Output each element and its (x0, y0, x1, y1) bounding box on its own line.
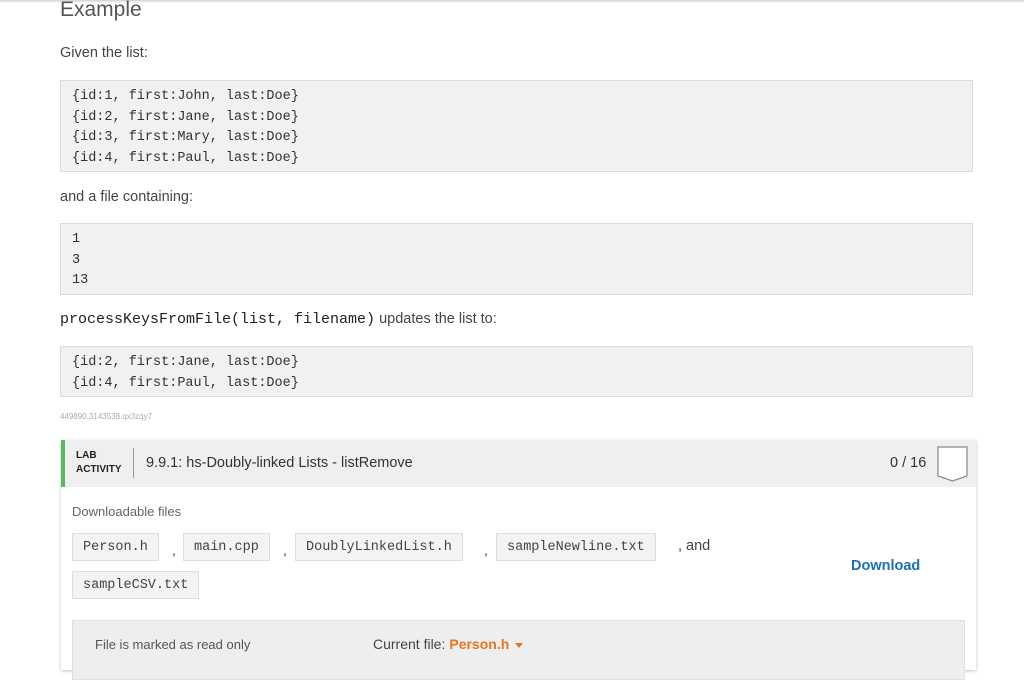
file-chip-samplenewline-txt[interactable]: sampleNewline.txt (496, 533, 656, 561)
given-list-text: Given the list: (60, 45, 148, 61)
call-description-text: updates the list to: (375, 311, 497, 327)
lab-activity-panel: LAB ACTIVITY 9.9.1: hs-Doubly-linked Lis… (61, 440, 976, 680)
lab-tag-line: ACTIVITY (76, 464, 122, 475)
downloadable-files-label: Downloadable files (72, 504, 182, 519)
file-separator: , (484, 542, 488, 558)
lab-tag-line: LAB (76, 450, 97, 461)
code-line: {id:2, first:Jane, last:Doe} (72, 355, 299, 370)
completion-badge-icon (937, 446, 968, 482)
file-list-and-text: , and (678, 538, 711, 554)
code-line: {id:3, first:Mary, last:Doe} (72, 130, 299, 146)
code-line: 3 (72, 252, 81, 268)
call-description: processKeysFromFile(list, filename) upda… (60, 311, 497, 328)
file-contents-code-block: 1 3 13 (60, 223, 973, 295)
tracking-id: 449890.3143538.qx3zqy7 (60, 412, 153, 421)
code-line: {id:2, first:Jane, last:Doe} (72, 109, 299, 125)
editor-toolbar: File is marked as read only Current file… (72, 620, 965, 680)
lab-activity-tag: LAB ACTIVITY (76, 449, 122, 477)
function-call-code: processKeysFromFile(list, filename) (60, 311, 376, 328)
file-containing-text: and a file containing: (60, 189, 194, 205)
file-chip-main-cpp[interactable]: main.cpp (183, 533, 270, 561)
download-link[interactable]: Download (851, 558, 920, 574)
code-line: {id:1, first:John, last:Doe} (72, 89, 299, 104)
code-line: {id:4, first:Paul, last:Doe} (72, 375, 299, 391)
chevron-down-icon[interactable] (515, 642, 524, 648)
lab-activity-header: LAB ACTIVITY 9.9.1: hs-Doubly-linked Lis… (61, 440, 976, 487)
header-divider (133, 448, 134, 478)
code-line: 13 (72, 273, 89, 289)
code-line: {id:4, first:Paul, last:Doe} (72, 151, 299, 167)
given-list-code-block: {id:1, first:John, last:Doe} {id:2, firs… (60, 80, 973, 172)
file-separator: , (172, 542, 176, 558)
lab-activity-title: 9.9.1: hs-Doubly-linked Lists - listRemo… (146, 455, 413, 471)
code-line: 1 (72, 232, 81, 247)
top-shadow (0, 0, 1024, 3)
score-text: 0 / 16 (890, 455, 927, 471)
file-chip-person-h[interactable]: Person.h (72, 533, 159, 561)
file-separator: , (283, 542, 287, 558)
file-chip-samplecsv-txt[interactable]: sampleCSV.txt (72, 571, 200, 599)
section-heading: Example (60, 0, 142, 21)
file-chip-doublylinkedlist-h[interactable]: DoublyLinkedList.h (295, 533, 463, 561)
result-list-code-block: {id:2, first:Jane, last:Doe} {id:4, firs… (60, 346, 973, 397)
